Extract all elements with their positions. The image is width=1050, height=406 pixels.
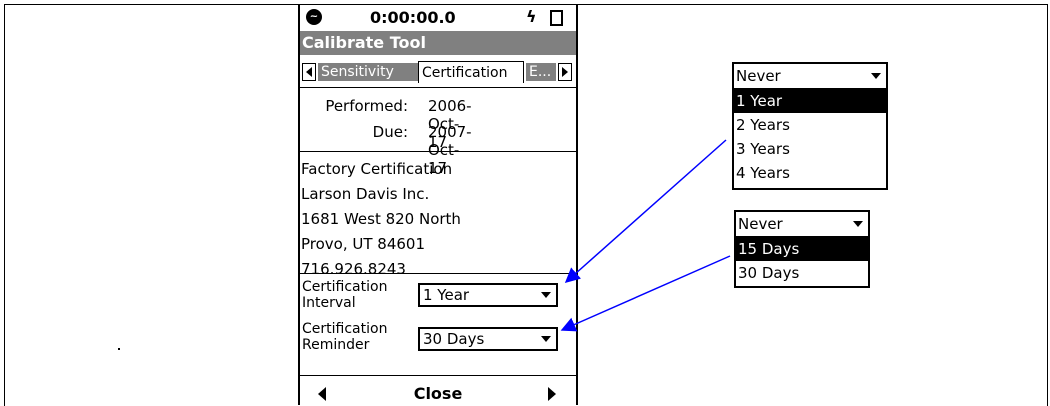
interval-callout-arrow [564,139,727,283]
callout-arrows [560,139,731,332]
reminder-callout-arrow [560,255,731,332]
